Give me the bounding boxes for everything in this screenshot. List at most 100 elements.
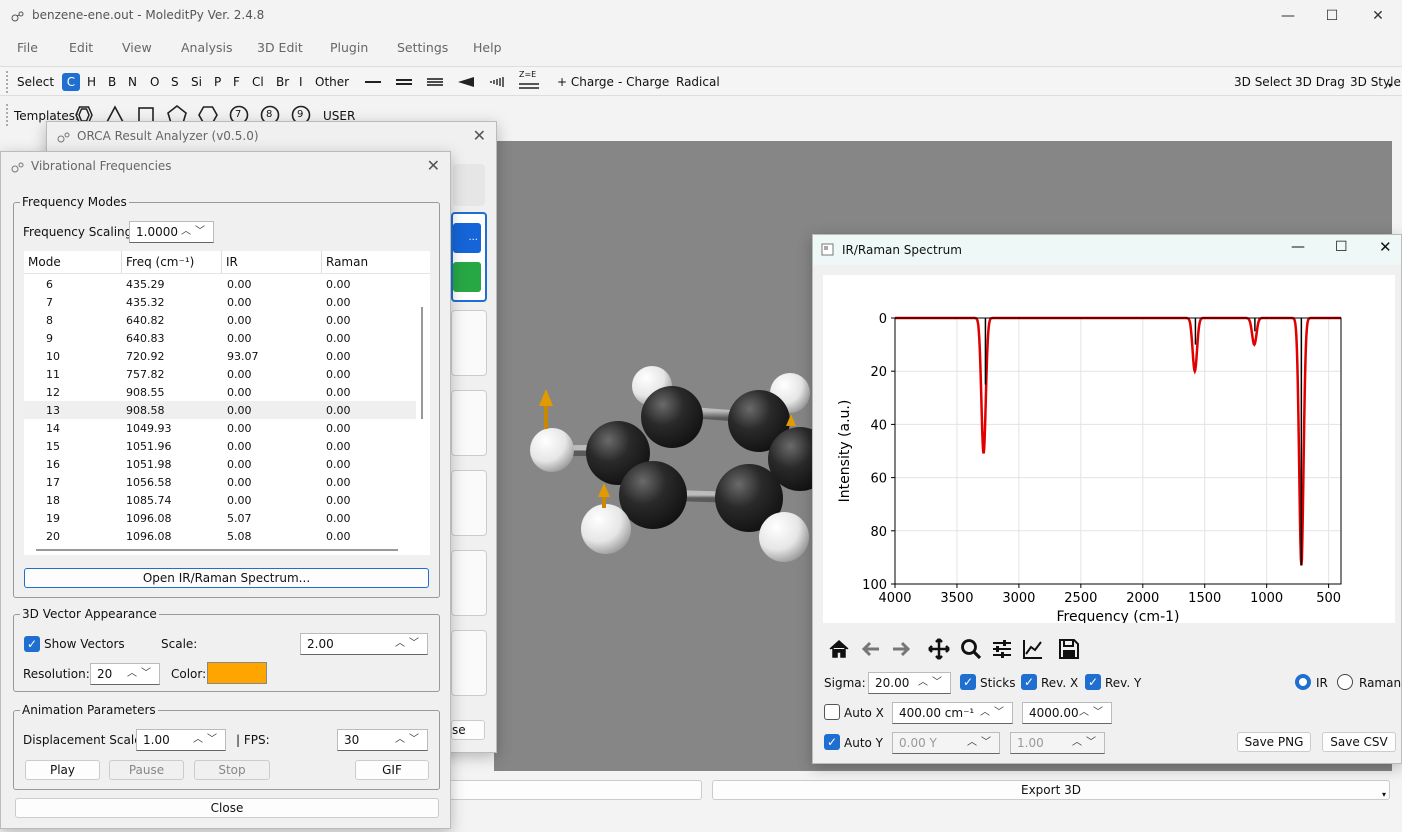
hash-bond-icon[interactable] [488,75,506,89]
menu-settings[interactable]: Settings [397,40,448,55]
spin-arrows-icon[interactable]: ︿﹀ [193,730,221,750]
menu-3d-edit[interactable]: 3D Edit [257,40,303,55]
col-header-mode[interactable]: Mode [24,251,122,273]
zoom-icon[interactable] [959,637,983,661]
table-row[interactable]: 9 640.83 0.00 0.00 [24,329,416,347]
displacement-scale-spinbox[interactable]: 1.00 ︿﹀ [136,729,226,751]
play-button[interactable]: Play [25,760,100,780]
table-hscrollbar[interactable] [36,549,398,551]
element-s-button[interactable]: S [171,75,179,89]
orca-blue-button[interactable]: ... [453,223,481,253]
menu-edit[interactable]: Edit [69,40,93,55]
pause-button[interactable]: Pause [109,760,184,780]
element-i-button[interactable]: I [299,75,303,89]
table-row[interactable]: 15 1051.96 0.00 0.00 [24,437,416,455]
x-max-spinbox[interactable]: 4000.00 ︿﹀ [1022,702,1112,724]
element-f-button[interactable]: F [233,75,240,89]
spin-arrows-icon[interactable]: ︿﹀ [980,703,1008,723]
frequency-scaling-spinbox[interactable]: 1.0000 ︿﹀ [129,221,214,243]
forward-arrow-icon[interactable] [889,637,913,661]
table-row[interactable]: 7 435.32 0.00 0.00 [24,293,416,311]
table-row[interactable]: 6 435.29 0.00 0.00 [24,275,416,293]
table-row[interactable]: 14 1049.93 0.00 0.00 [24,419,416,437]
configure-subplots-icon[interactable] [990,637,1014,661]
sticks-checkbox[interactable]: ✓ [960,674,976,690]
vib-close-icon[interactable]: ✕ [427,156,440,175]
fps-spinbox[interactable]: 30 ︿﹀ [337,729,428,751]
table-row[interactable]: 13 908.58 0.00 0.00 [24,401,416,419]
radical-button[interactable]: Radical [676,75,720,89]
pan-icon[interactable] [927,637,951,661]
auto-y-checkbox[interactable]: ✓ [824,734,840,750]
table-row[interactable]: 16 1051.98 0.00 0.00 [24,455,416,473]
maximize-icon[interactable]: ☐ [1312,4,1352,28]
save-csv-button[interactable]: Save CSV [1322,732,1396,752]
double-bond-icon[interactable] [395,75,413,89]
table-row[interactable]: 17 1056.58 0.00 0.00 [24,473,416,491]
save-png-button[interactable]: Save PNG [1237,732,1311,752]
3d-drag-button[interactable]: 3D Drag [1295,75,1345,89]
export-dropdown-icon[interactable]: ▾ [1382,790,1386,799]
spin-arrows-icon[interactable]: ︿﹀ [395,730,423,750]
orca-card[interactable] [451,470,487,536]
save-figure-icon[interactable] [1057,637,1081,661]
table-row[interactable]: 12 908.55 0.00 0.00 [24,383,416,401]
table-row[interactable]: 8 640.82 0.00 0.00 [24,311,416,329]
element-h-button[interactable]: H [87,75,96,89]
auto-x-checkbox[interactable] [824,704,840,720]
bottom-left-button[interactable] [440,780,702,800]
wedge-bond-icon[interactable] [457,75,475,89]
element-o-button[interactable]: O [150,75,159,89]
3d-style-button[interactable]: 3D Style [1350,75,1401,89]
vector-color-button[interactable] [207,662,267,684]
spin-arrows-icon[interactable]: ︿﹀ [127,664,155,684]
spectrum-minimize-icon[interactable]: — [1291,239,1305,255]
sigma-spinbox[interactable]: 20.00 ︿﹀ [868,672,951,694]
back-arrow-icon[interactable] [859,637,883,661]
orca-card[interactable] [451,630,487,696]
element-c-button[interactable]: C [62,73,80,91]
close-icon[interactable]: ✕ [1358,4,1398,28]
spin-arrows-icon[interactable]: ︿﹀ [967,733,995,753]
spectrum-maximize-icon[interactable]: ☐ [1335,239,1348,255]
element-p-button[interactable]: P [214,75,221,89]
element-cl-button[interactable]: Cl [252,75,264,89]
vib-close-button[interactable]: Close [15,798,439,818]
rev-y-checkbox[interactable]: ✓ [1085,674,1101,690]
spin-arrows-icon[interactable]: ︿﹀ [1072,733,1100,753]
orca-card[interactable] [451,390,487,456]
table-row[interactable]: 10 720.92 93.07 0.00 [24,347,416,365]
orca-selected-card[interactable]: ... [451,212,487,302]
menu-file[interactable]: File [17,40,38,55]
frequency-table[interactable]: Mode Freq (cm⁻¹) IR Raman 6 435.29 0.00 0.0… [24,251,430,555]
spectrum-chart[interactable]: 4000 3500 3000 2500 2000 1500 1000 500 0 20 40 60 80… [823,275,1395,625]
y-max-spinbox[interactable]: 1.00 ︿﹀ [1010,732,1105,754]
triple-bond-icon[interactable] [426,75,444,89]
y-min-spinbox[interactable]: 0.00 Y ︿﹀ [892,732,1000,754]
show-vectors-checkbox[interactable]: ✓ [24,636,40,652]
stop-button[interactable]: Stop [194,760,270,780]
spectrum-plot[interactable]: 4000 3500 3000 2500 2000 1500 1000 500 0 20 40 60 80… [823,275,1395,625]
spectrum-close-icon[interactable]: ✕ [1379,238,1392,256]
edit-axes-icon[interactable] [1021,637,1045,661]
table-row[interactable]: 20 1096.08 5.08 0.00 [24,527,416,545]
3d-select-button[interactable]: 3D Select [1234,75,1292,89]
orca-card[interactable] [451,310,487,376]
col-header-raman[interactable]: Raman [322,251,422,273]
spin-arrows-icon[interactable]: ︿﹀ [181,222,209,242]
table-row[interactable]: 18 1085.74 0.00 0.00 [24,491,416,509]
orca-green-button[interactable] [453,262,481,292]
element-other-button[interactable]: Other [315,75,349,89]
rev-x-checkbox[interactable]: ✓ [1021,674,1037,690]
table-row[interactable]: 19 1096.08 5.07 0.00 [24,509,416,527]
export-3d-button[interactable]: Export 3D [712,780,1390,800]
table-vscrollbar[interactable] [421,307,423,419]
table-row[interactable]: 11 757.82 0.00 0.00 [24,365,416,383]
plus-charge-button[interactable]: + Charge [557,75,614,89]
minus-charge-button[interactable]: - Charge [618,75,669,89]
resolution-spinbox[interactable]: 20 ︿﹀ [90,663,160,685]
scale-spinbox[interactable]: 2.00 ︿﹀ [300,633,428,655]
orca-close-button[interactable]: se [451,720,485,740]
x-min-spinbox[interactable]: 400.00 cm⁻¹ ︿﹀ [892,702,1013,724]
menu-view[interactable]: View [122,40,152,55]
